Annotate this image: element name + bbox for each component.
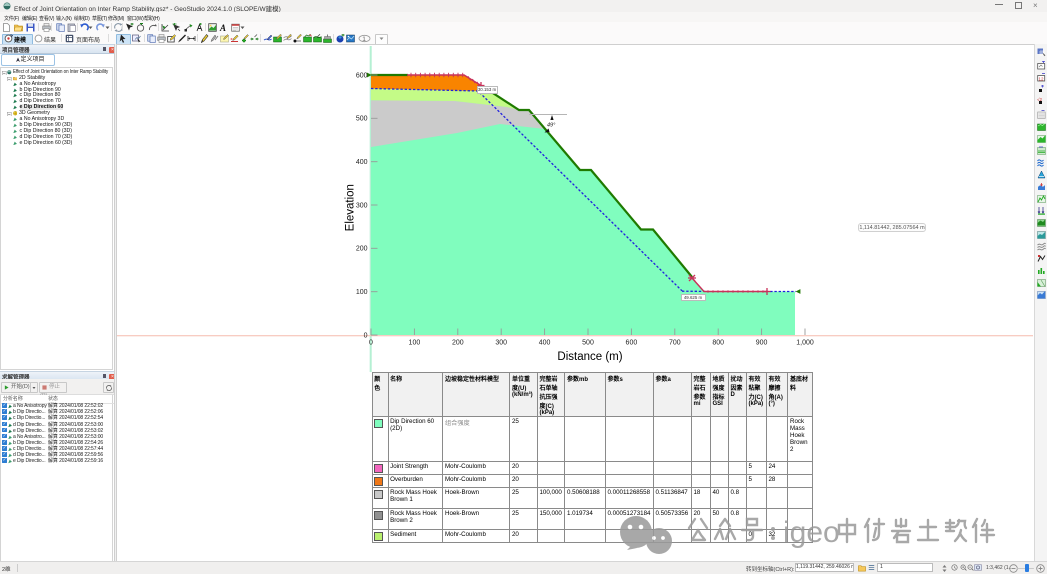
svg-text:400: 400 <box>539 340 551 347</box>
svg-text:500: 500 <box>356 116 368 123</box>
svg-text:12: 12 <box>1039 77 1045 82</box>
svg-text:100: 100 <box>409 340 421 347</box>
svg-text:200: 200 <box>452 340 464 347</box>
svg-text:0: 0 <box>364 332 368 339</box>
svg-text:100: 100 <box>356 289 368 296</box>
svg-text:A: A <box>219 23 226 32</box>
svg-text:300: 300 <box>495 340 507 347</box>
svg-text:igeo: igeo <box>783 516 840 549</box>
svg-text:600: 600 <box>626 340 638 347</box>
svg-text:600: 600 <box>356 72 368 79</box>
svg-text:300: 300 <box>356 202 368 209</box>
svg-text:400: 400 <box>356 159 368 166</box>
svg-text:200: 200 <box>356 246 368 253</box>
svg-text:500: 500 <box>582 340 594 347</box>
svg-text:700: 700 <box>669 340 681 347</box>
svg-text:1: 1 <box>362 36 366 43</box>
svg-text:Elevation: Elevation <box>345 184 357 231</box>
svg-text:900: 900 <box>756 340 768 347</box>
svg-text:1,000: 1,000 <box>796 340 814 347</box>
svg-text:800: 800 <box>712 340 724 347</box>
svg-text:49°: 49° <box>547 123 556 129</box>
svg-text:Distance (m): Distance (m) <box>557 351 622 363</box>
svg-text:0: 0 <box>369 340 373 347</box>
